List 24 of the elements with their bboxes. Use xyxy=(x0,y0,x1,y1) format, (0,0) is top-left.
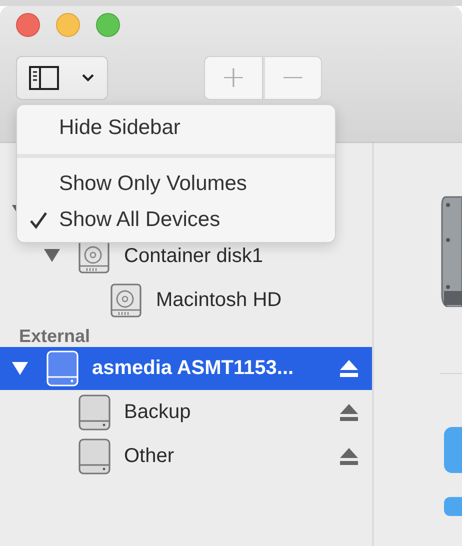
disk-name: Other xyxy=(124,444,174,468)
hard-drive-icon xyxy=(440,195,462,307)
selected-row[interactable]: asmedia ASMT1153... xyxy=(0,347,372,390)
disclosure-triangle-icon[interactable] xyxy=(12,360,28,376)
close-button[interactable] xyxy=(16,13,40,37)
disk-name: asmedia ASMT1153... xyxy=(92,357,294,380)
menu-item[interactable]: Show Only Volumes xyxy=(17,166,335,202)
disk-name: Container disk1 xyxy=(124,244,263,268)
disk-name: Macintosh HD xyxy=(156,288,282,312)
checkmark-icon xyxy=(28,211,48,229)
chevron-icon xyxy=(81,72,95,84)
sidebar-toggle-button[interactable] xyxy=(16,56,108,100)
disclosure-triangle-icon[interactable] xyxy=(44,248,60,264)
eject-icon[interactable] xyxy=(340,404,358,420)
sidebar-row[interactable]: Other xyxy=(0,434,372,478)
menu-item[interactable]: Hide Sidebar xyxy=(17,110,335,146)
sidebar-icon xyxy=(29,66,59,90)
menu-item[interactable]: Show All Devices xyxy=(17,202,335,238)
disk-name: Backup xyxy=(124,400,191,424)
sidebar-row[interactable]: Macintosh HD xyxy=(0,278,372,322)
eject-icon[interactable] xyxy=(340,448,358,464)
section-header: External xyxy=(18,325,92,347)
sidebar-row[interactable]: Backup xyxy=(0,390,372,434)
eject-icon[interactable] xyxy=(340,360,358,377)
